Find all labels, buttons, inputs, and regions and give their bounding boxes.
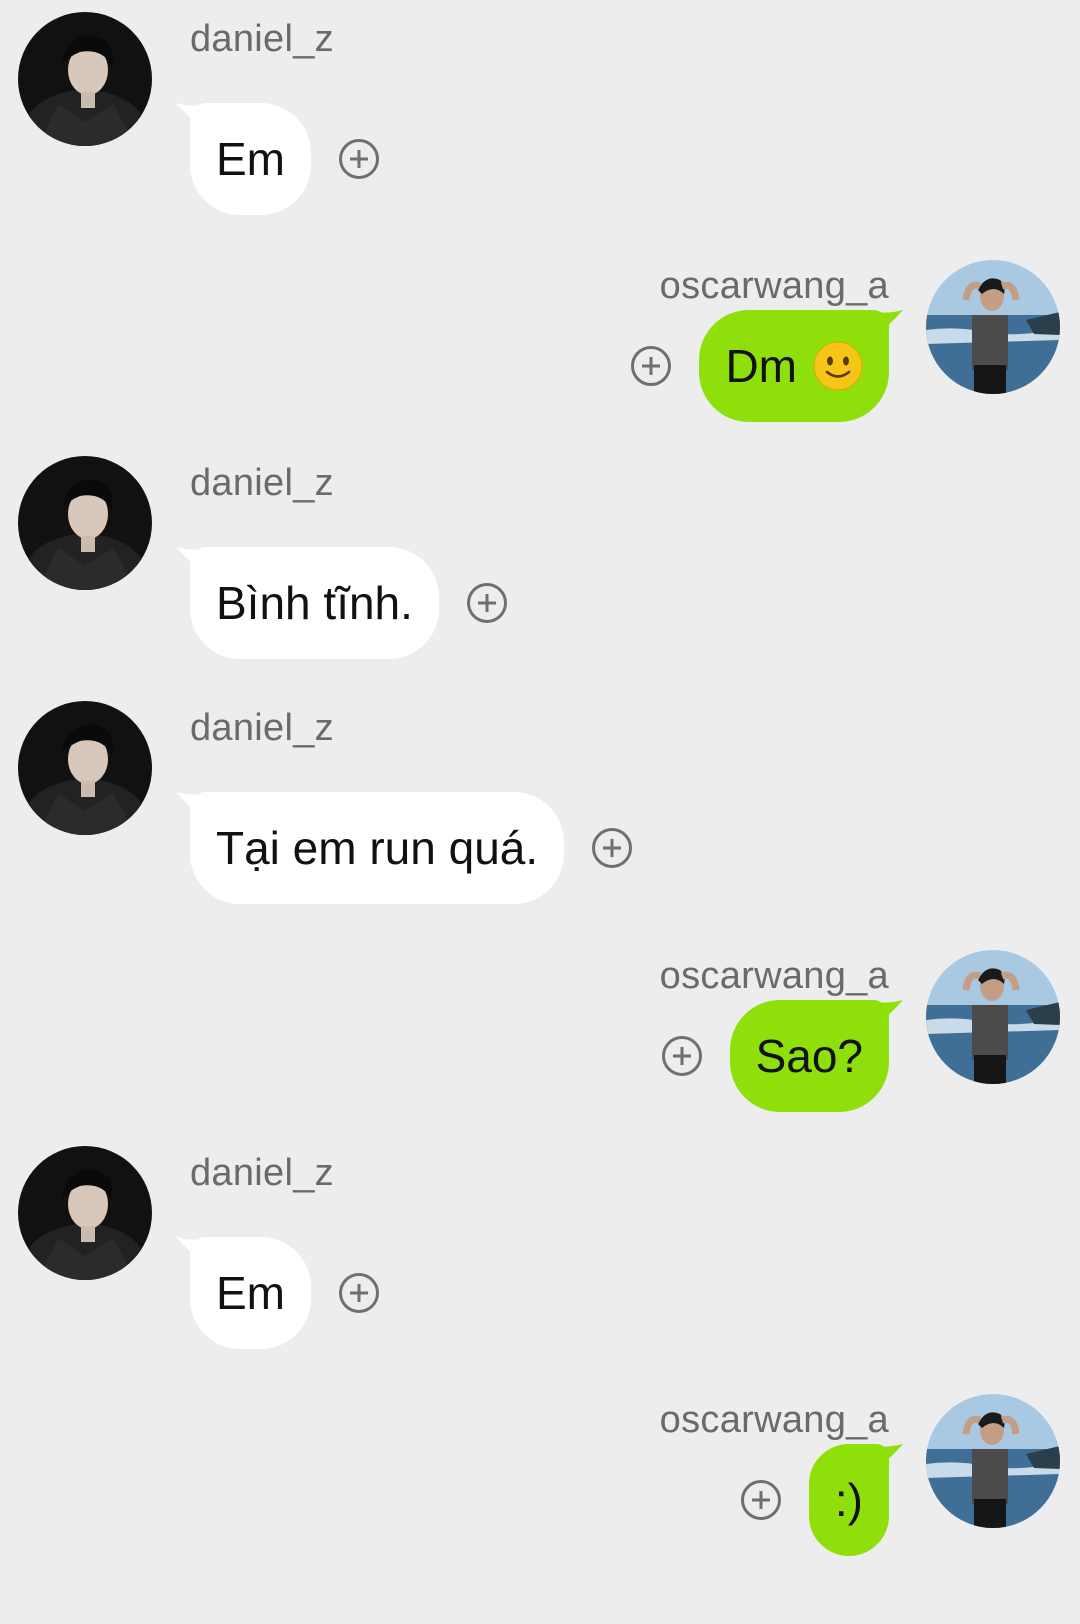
bubble-tail <box>176 103 204 129</box>
sender-name: daniel_z <box>190 18 334 60</box>
avatar-daniel[interactable] <box>18 456 152 590</box>
message-text: Em <box>216 133 285 185</box>
avatar-oscar[interactable] <box>926 950 1060 1084</box>
avatar-daniel[interactable] <box>18 701 152 835</box>
message-text: Em <box>216 1267 285 1319</box>
bubble-tail <box>176 547 204 573</box>
sender-name: oscarwang_a <box>659 955 889 997</box>
message-bubble[interactable]: Dm <box>699 310 903 422</box>
message-text: :) <box>834 1474 863 1526</box>
bubble-tail <box>875 310 903 336</box>
message-text: Tại em run quá. <box>216 822 539 874</box>
avatar-daniel[interactable] <box>18 1146 152 1280</box>
avatar-oscar[interactable] <box>926 260 1060 394</box>
sender-name: daniel_z <box>190 462 334 504</box>
plus-circle-icon[interactable] <box>740 1480 781 1520</box>
bubble-row: Tại em run quá. <box>176 792 633 904</box>
bubble-row: Dm <box>631 310 903 422</box>
plus-circle-icon[interactable] <box>339 1273 379 1313</box>
message-row: daniel_z Em <box>0 0 1080 230</box>
avatar-oscar[interactable] <box>926 1394 1060 1528</box>
message-row: daniel_z Tại em run quá. <box>0 689 1080 919</box>
message-row: daniel_z Bình tĩnh. <box>0 444 1080 674</box>
bubble-tail <box>176 792 204 818</box>
sender-name: oscarwang_a <box>659 265 889 307</box>
sender-name: oscarwang_a <box>659 1399 889 1441</box>
message-row: oscarwang_a :) <box>0 1384 1080 1614</box>
bubble-tail <box>875 1000 903 1026</box>
message-text: Bình tĩnh. <box>216 577 413 629</box>
message-bubble[interactable]: Tại em run quá. <box>176 792 565 904</box>
bubble-row: Em <box>176 1237 379 1349</box>
message-bubble[interactable]: Em <box>176 1237 311 1349</box>
message-bubble[interactable]: Bình tĩnh. <box>176 547 439 659</box>
message-text: Dm <box>725 340 797 392</box>
plus-circle-icon[interactable] <box>661 1036 702 1076</box>
sender-name: daniel_z <box>190 707 334 749</box>
message-bubble[interactable]: Em <box>176 103 311 215</box>
plus-circle-icon[interactable] <box>592 828 633 868</box>
chat-thread: daniel_z Em oscarwang_a Dm daniel_z Bình… <box>0 0 1080 1624</box>
bubble-row: Bình tĩnh. <box>176 547 507 659</box>
bubble-tail <box>176 1237 204 1263</box>
slightly-smiling-face-icon <box>813 341 863 391</box>
bubble-row: Em <box>176 103 379 215</box>
plus-circle-icon[interactable] <box>631 346 672 386</box>
message-text: Sao? <box>755 1030 863 1082</box>
bubble-tail <box>875 1444 903 1470</box>
message-bubble[interactable]: :) <box>808 1444 903 1556</box>
bubble-row: Sao? <box>661 1000 903 1112</box>
message-row: daniel_z Em <box>0 1134 1080 1364</box>
avatar-daniel[interactable] <box>18 12 152 146</box>
sender-name: daniel_z <box>190 1152 334 1194</box>
bubble-row: :) <box>740 1444 903 1556</box>
message-bubble[interactable]: Sao? <box>729 1000 903 1112</box>
plus-circle-icon[interactable] <box>339 139 379 179</box>
plus-circle-icon[interactable] <box>466 583 507 623</box>
